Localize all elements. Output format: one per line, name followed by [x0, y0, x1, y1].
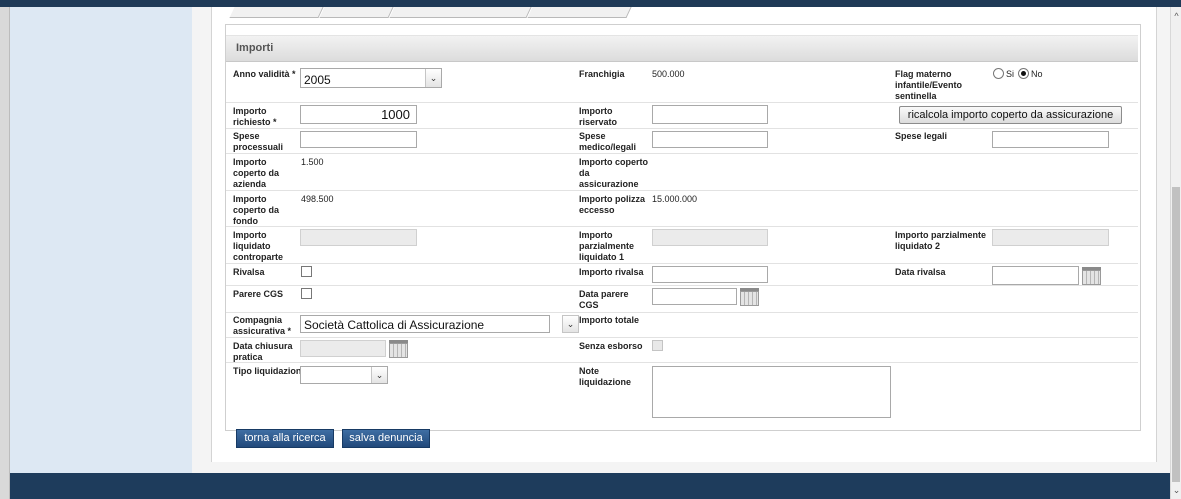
row-divider: [226, 263, 1138, 264]
calendar-icon[interactable]: [1082, 266, 1101, 285]
importo-polizza-eccesso-label: Importo polizza eccesso: [579, 194, 645, 215]
radio-no-label: No: [1031, 69, 1043, 79]
row-divider: [226, 102, 1138, 103]
torna-alla-ricerca-button[interactable]: torna alla ricerca: [236, 429, 334, 448]
spese-medico-legali-label: Spese medico/legali: [579, 131, 637, 152]
data-rivalsa-label: Data rivalsa: [895, 267, 946, 277]
tab-2[interactable]: [319, 7, 394, 18]
importo-richiesto-label: Importo richiesto *: [233, 106, 277, 127]
salva-denuncia-button[interactable]: salva denuncia: [342, 429, 430, 448]
importo-coperto-assicurazione-label: Importo coperto da assicurazione: [579, 157, 648, 189]
importo-riservato-label: Importo riservato: [579, 106, 618, 127]
spese-processuali-label: Spese processuali: [233, 131, 284, 152]
row-divider: [226, 362, 1138, 363]
tipo-liquidazione-select[interactable]: ⌄: [300, 366, 388, 384]
row-divider: [226, 285, 1138, 286]
data-parere-cgs-input[interactable]: [652, 288, 737, 305]
parere-cgs-checkbox[interactable]: [301, 288, 312, 299]
importo-liquidato-controparte-input: [300, 229, 417, 246]
rivalsa-label: Rivalsa: [233, 267, 265, 277]
row-divider: [226, 312, 1138, 313]
calendar-icon[interactable]: [389, 339, 408, 358]
row-divider: [226, 190, 1138, 191]
footer-bar: [10, 473, 1170, 499]
tab-3[interactable]: [389, 7, 532, 18]
radio-si-label: Si: [1006, 69, 1015, 79]
importo-parz-liquidato-1-label: Importo parzialmente liquidato 1: [579, 230, 635, 262]
senza-esborso-label: Senza esborso: [579, 341, 643, 351]
importo-riservato-input[interactable]: [652, 105, 768, 124]
anno-validita-value: 2005: [304, 73, 331, 87]
importo-rivalsa-input[interactable]: [652, 266, 768, 283]
row-divider: [226, 337, 1138, 338]
chevron-down-icon: ⌄: [425, 69, 441, 87]
flag-materno-label: Flag materno infantile/Evento sentinella: [895, 69, 963, 101]
importo-parz-liquidato-2-label: Importo parzialmente liquidato 2: [895, 230, 987, 251]
data-chiusura-pratica-label: Data chiusura pratica: [233, 341, 293, 362]
spese-medico-legali-input[interactable]: [652, 131, 768, 148]
importo-coperto-fondo-value: 498.500: [301, 194, 334, 204]
spese-processuali-input[interactable]: [300, 131, 417, 148]
anno-validita-label: Anno validità *: [233, 69, 296, 79]
top-bar: [0, 0, 1181, 7]
window-frame-left: [0, 7, 10, 499]
importo-richiesto-input[interactable]: 1000: [300, 105, 417, 124]
data-rivalsa-input[interactable]: [992, 266, 1079, 285]
spese-legali-label: Spese legali: [895, 131, 948, 141]
scrollbar-thumb[interactable]: [1172, 187, 1180, 482]
importo-parz-liquidato-1-input: [652, 229, 768, 246]
row-divider: [226, 128, 1138, 129]
senza-esborso-checkbox: [652, 340, 663, 351]
importo-polizza-eccesso-value: 15.000.000: [652, 194, 698, 204]
section-title: Importi: [236, 42, 274, 54]
vertical-scrollbar[interactable]: ^ ⌄: [1170, 7, 1181, 499]
parere-cgs-label: Parere CGS: [233, 289, 284, 299]
chevron-down-icon: ⌄: [371, 367, 387, 383]
row-divider: [226, 226, 1138, 227]
tab-strip: [229, 7, 672, 18]
note-liquidazione-label: Note liquidazione: [579, 366, 632, 387]
radio-no[interactable]: [1018, 68, 1029, 79]
scroll-up-arrow-icon[interactable]: ^: [1171, 9, 1181, 23]
rivalsa-checkbox[interactable]: [301, 266, 312, 277]
importo-parz-liquidato-2-input: [992, 229, 1109, 246]
radio-si[interactable]: [993, 68, 1004, 79]
chevron-down-icon[interactable]: ⌄: [562, 315, 579, 333]
importo-rivalsa-label: Importo rivalsa: [579, 267, 644, 277]
importo-totale-label: Importo totale: [579, 315, 639, 325]
compagnia-assicurativa-label: Compagnia assicurativa *: [233, 315, 292, 336]
spese-legali-input[interactable]: [992, 131, 1109, 148]
importo-liquidato-controparte-label: Importo liquidato controparte: [233, 230, 284, 262]
compagnia-assicurativa-value: Società Cattolica di Assicurazione: [304, 318, 485, 332]
note-liquidazione-textarea[interactable]: [652, 366, 891, 418]
data-parere-cgs-label: Data parere CGS: [579, 289, 629, 310]
importo-coperto-azienda-value: 1.500: [301, 157, 324, 167]
calendar-icon[interactable]: [740, 287, 759, 306]
importo-coperto-fondo-label: Importo coperto da fondo: [233, 194, 280, 226]
scroll-down-arrow-icon[interactable]: ⌄: [1171, 483, 1181, 497]
section-header: Importi: [226, 35, 1138, 62]
row-divider: [226, 153, 1138, 154]
compagnia-assicurativa-select[interactable]: Società Cattolica di Assicurazione: [300, 315, 550, 333]
sidebar: [10, 7, 192, 473]
ricalcola-button[interactable]: ricalcola importo coperto da assicurazio…: [899, 106, 1122, 124]
tab-4[interactable]: [527, 7, 632, 18]
data-chiusura-pratica-input: [300, 340, 386, 357]
franchigia-label: Franchigia: [579, 69, 625, 79]
tipo-liquidazione-label: Tipo liquidazione: [233, 366, 307, 376]
importo-richiesto-value: 1000: [381, 107, 410, 122]
franchigia-value: 500.000: [652, 69, 685, 79]
importo-coperto-azienda-label: Importo coperto da azienda: [233, 157, 280, 189]
tab-1[interactable]: [229, 7, 324, 18]
anno-validita-select[interactable]: 2005 ⌄: [300, 68, 442, 88]
